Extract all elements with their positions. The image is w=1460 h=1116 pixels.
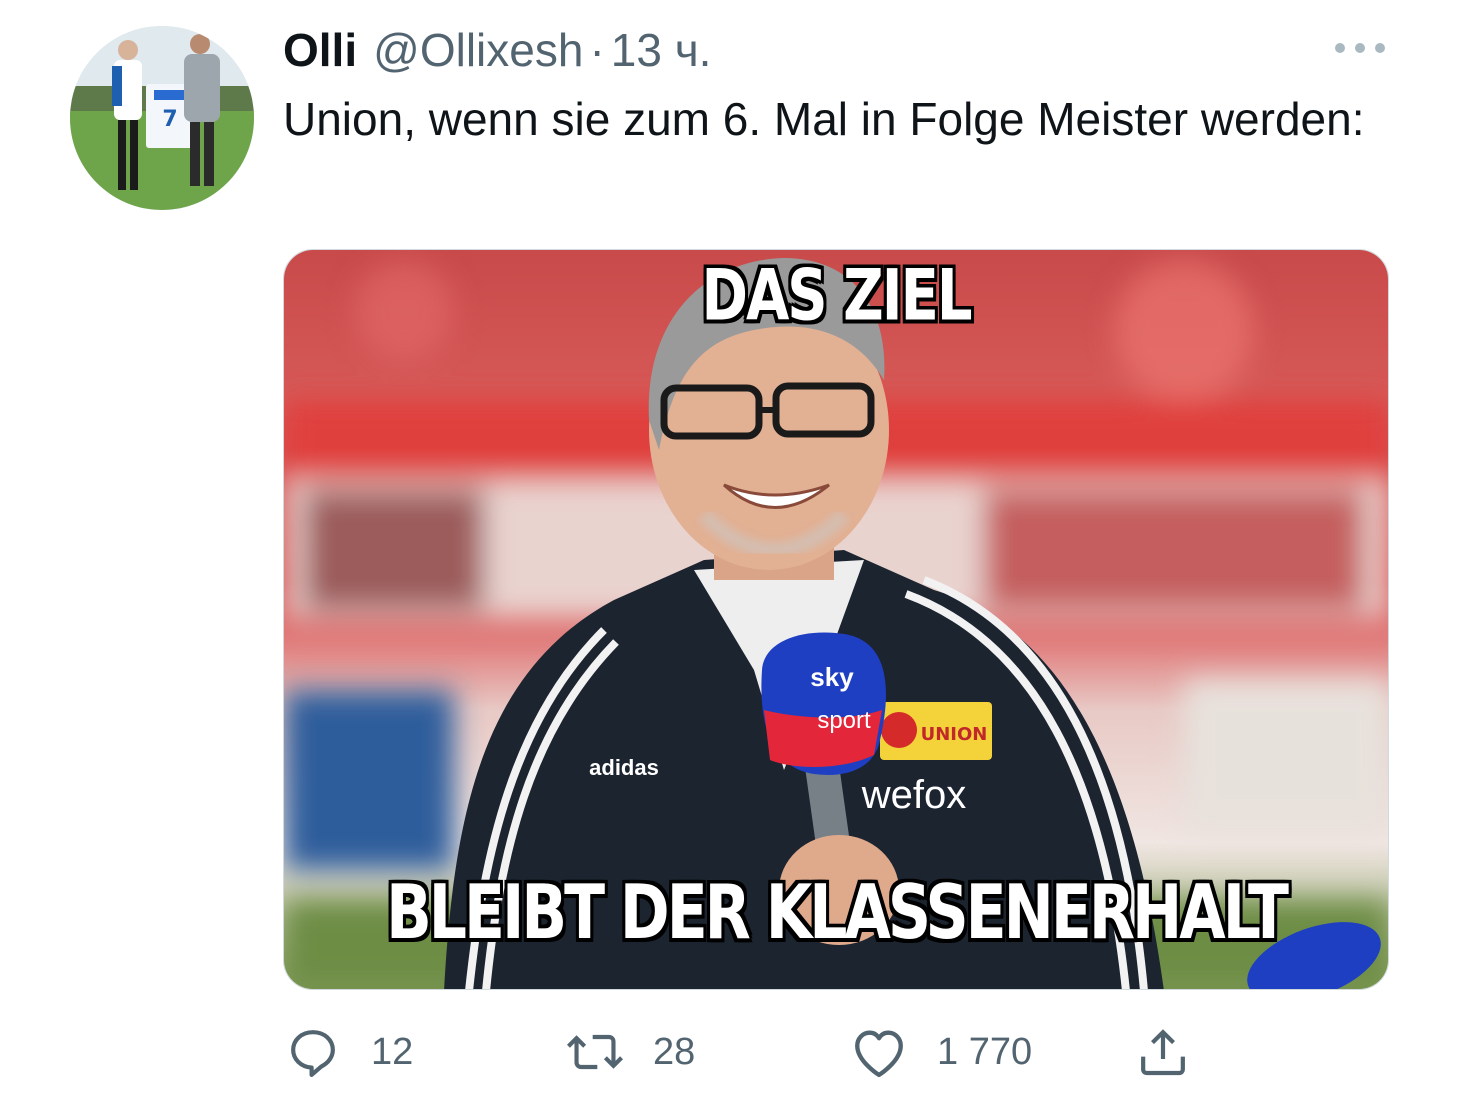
reply-count: 12 [371,1030,414,1073]
reply-icon [283,1022,343,1082]
meme-bottom-caption: BLEIBT DER KLASSENERHALT [386,869,1289,957]
heart-icon [849,1022,909,1082]
tweet-card: 7 Olli @Ollixesh · 13 ч. Union, wenn sie… [0,0,1460,1116]
sponsor-label: wefox [861,773,967,817]
avatar[interactable]: 7 [70,26,254,210]
share-button[interactable] [1133,1020,1193,1084]
retweet-count: 28 [653,1030,696,1073]
more-options-button[interactable] [1330,28,1390,68]
tweet-header: Olli @Ollixesh · 13 ч. [283,22,711,78]
user-handle[interactable]: @Ollixesh [373,22,583,78]
separator-dot: · [589,24,605,76]
like-count: 1 770 [937,1030,1033,1073]
reply-button[interactable]: 12 [283,1020,413,1084]
mic-brand-1: sky [810,662,854,692]
mic-brand-2: sport [817,707,871,734]
svg-text:7: 7 [162,107,177,132]
retweet-button[interactable]: 28 [565,1020,695,1084]
share-icon [1133,1022,1193,1082]
meme-top-caption: DAS ZIEL [701,255,972,338]
tweet-actions: 12 28 1 770 [283,1020,1203,1084]
retweet-icon [565,1022,625,1082]
display-name[interactable]: Olli [283,22,357,78]
avatar-image: 7 [70,26,254,210]
more-horizontal-icon [1335,43,1385,53]
like-button[interactable]: 1 770 [849,1020,1032,1084]
tweet-media[interactable]: UNION wefox adidas sky sport DAS ZIEL BL… [283,249,1389,990]
jacket-brand-label: adidas [589,755,659,780]
club-badge-label: UNION [921,724,988,745]
tweet-text: Union, wenn sie zum 6. Mal in Folge Meis… [283,93,1365,145]
timestamp[interactable]: 13 ч. [611,22,712,78]
